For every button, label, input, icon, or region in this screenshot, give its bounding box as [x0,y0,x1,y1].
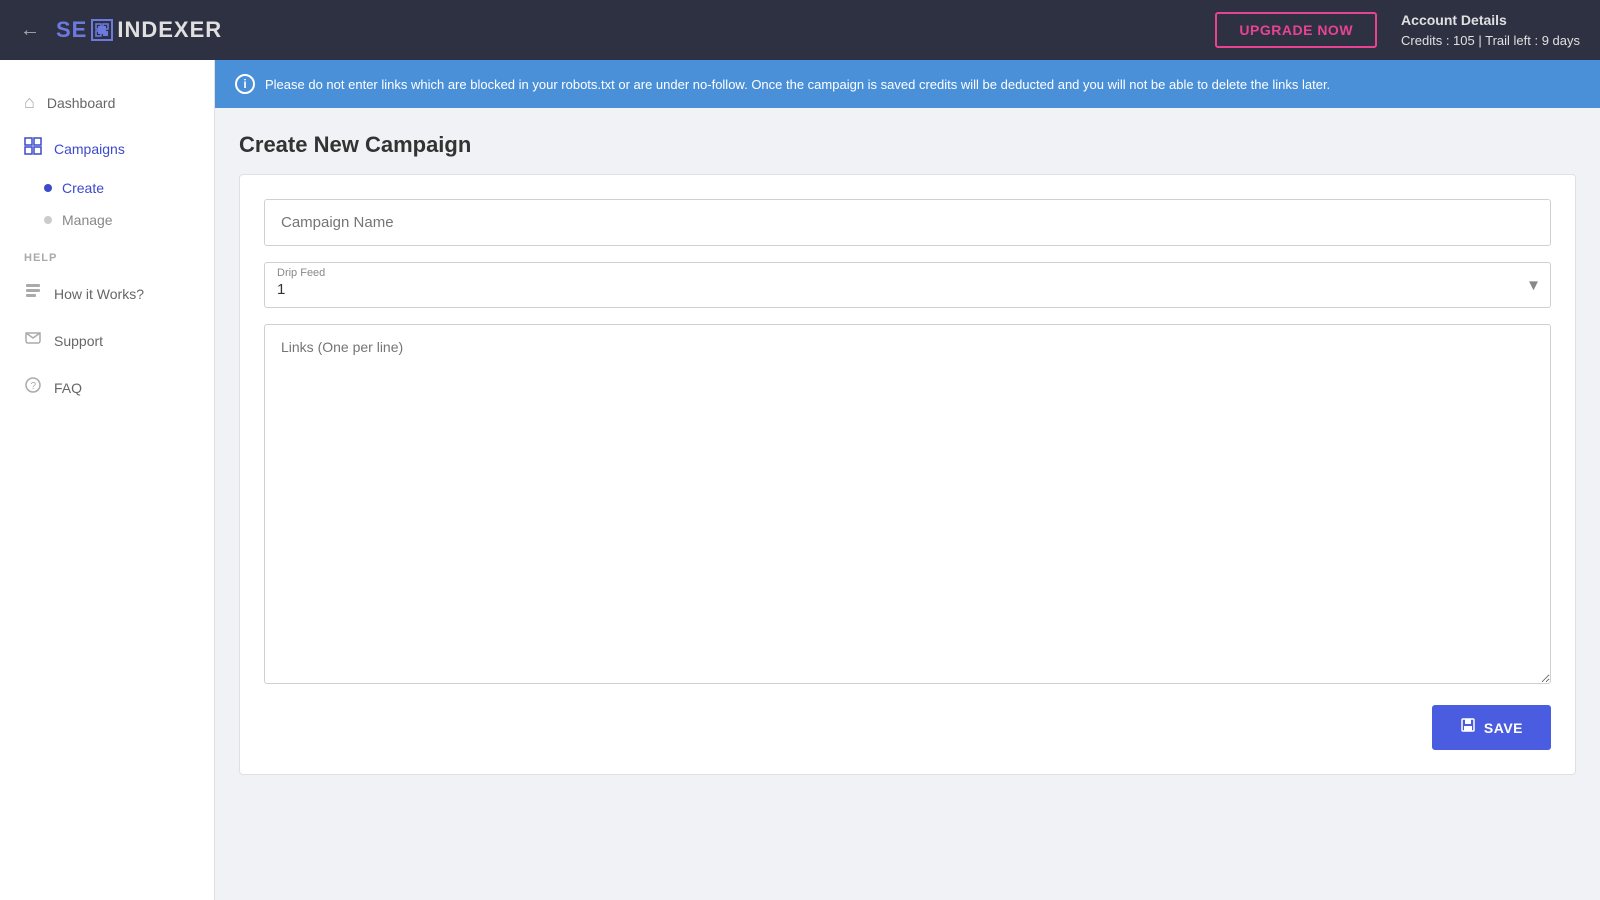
home-icon: ⌂ [24,92,35,113]
account-details: Account Details Credits : 105 | Trail le… [1401,10,1580,51]
save-icon [1460,717,1476,738]
manage-dot [44,216,52,224]
campaign-name-input[interactable] [264,199,1551,246]
how-it-works-icon [24,282,42,305]
sidebar-item-campaigns[interactable]: Campaigns [0,125,214,172]
info-banner-message: Please do not enter links which are bloc… [265,77,1330,92]
support-icon [24,329,42,352]
links-textarea[interactable] [264,324,1551,684]
create-label: Create [62,180,104,196]
sidebar-item-faq[interactable]: ? FAQ [0,364,214,411]
form-card: Drip Feed 1 2 3 4 5 ▾ [239,174,1576,775]
back-button[interactable]: ← [20,19,40,42]
info-banner: i Please do not enter links which are bl… [215,60,1600,108]
how-it-works-label: How it Works? [54,286,144,302]
campaigns-icon [24,137,42,160]
drip-feed-wrapper: Drip Feed 1 2 3 4 5 ▾ [264,262,1551,308]
manage-label: Manage [62,212,113,228]
account-title: Account Details [1401,10,1580,31]
upgrade-button[interactable]: UPGRADE NOW [1215,12,1377,48]
sidebar-sub-create[interactable]: Create [0,172,214,204]
faq-label: FAQ [54,380,82,396]
save-label: SAVE [1484,720,1523,736]
drip-feed-label: Drip Feed [277,267,1538,279]
svg-text:?: ? [31,381,37,392]
sidebar: ⌂ Dashboard Campaigns Create Manage HELP [0,60,215,900]
account-credits: Credits : 105 | Trail left : 9 days [1401,31,1580,51]
sidebar-item-how-it-works[interactable]: How it Works? [0,270,214,317]
main-layout: ⌂ Dashboard Campaigns Create Manage HELP [0,60,1600,900]
sidebar-item-dashboard[interactable]: ⌂ Dashboard [0,80,214,125]
support-label: Support [54,333,103,349]
dashboard-label: Dashboard [47,95,116,111]
header: ← SE INDEXER UPGRADE NOW Account Details… [0,0,1600,60]
create-dot [44,184,52,192]
info-icon: i [235,74,255,94]
main-content: i Please do not enter links which are bl… [215,60,1600,900]
help-section-label: HELP [0,236,214,270]
save-button[interactable]: SAVE [1432,705,1551,750]
sidebar-item-support[interactable]: Support [0,317,214,364]
logo-se-text: SE [56,17,87,43]
logo: SE INDEXER [56,17,222,43]
page-title: Create New Campaign [215,108,1600,174]
drip-feed-select[interactable]: 1 2 3 4 5 [277,281,1538,298]
sidebar-sub-manage[interactable]: Manage [0,204,214,236]
campaigns-label: Campaigns [54,141,125,157]
faq-icon: ? [24,376,42,399]
form-footer: SAVE [264,705,1551,750]
logo-icon [91,19,113,41]
logo-indexer-text: INDEXER [117,17,222,43]
